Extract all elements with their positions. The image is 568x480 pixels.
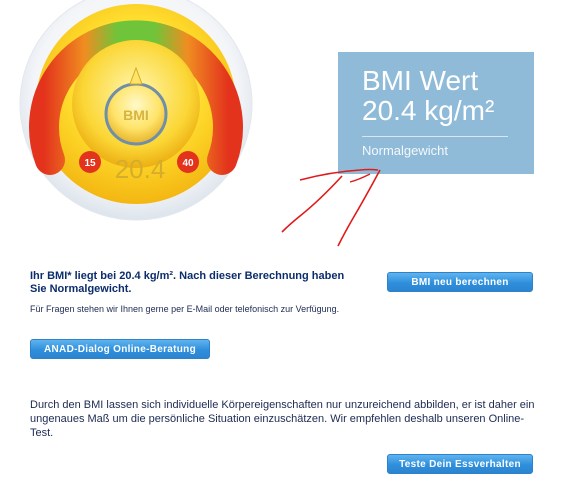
red-annotation-arrows [281,168,381,247]
gauge-max-label: 40 [182,158,194,169]
bmi-card-divider [362,136,508,137]
eating-test-button[interactable]: Teste Dein Essverhalten [387,454,533,474]
anad-dialog-button[interactable]: ANAD-Dialog Online-Beratung [30,339,210,359]
bmi-result-text: Ihr BMI* liegt bei 20.4 kg/m². Nach dies… [30,270,345,295]
bmi-info-text: Durch den BMI lassen sich individuelle K… [30,399,535,439]
gauge-min-label: 15 [84,158,96,169]
bmi-card-title: BMI Wert [362,65,479,96]
bmi-gauge: BMI 15 40 20.4 [19,0,253,221]
bmi-card-value: 20.4 kg/m² [362,95,495,126]
gauge-badge-label: BMI [123,107,149,123]
gauge-value-text: 20.4 [115,154,166,184]
contact-text: Für Fragen stehen wir Ihnen gerne per E-… [30,304,340,314]
recalculate-bmi-button[interactable]: BMI neu berechnen [387,272,533,292]
